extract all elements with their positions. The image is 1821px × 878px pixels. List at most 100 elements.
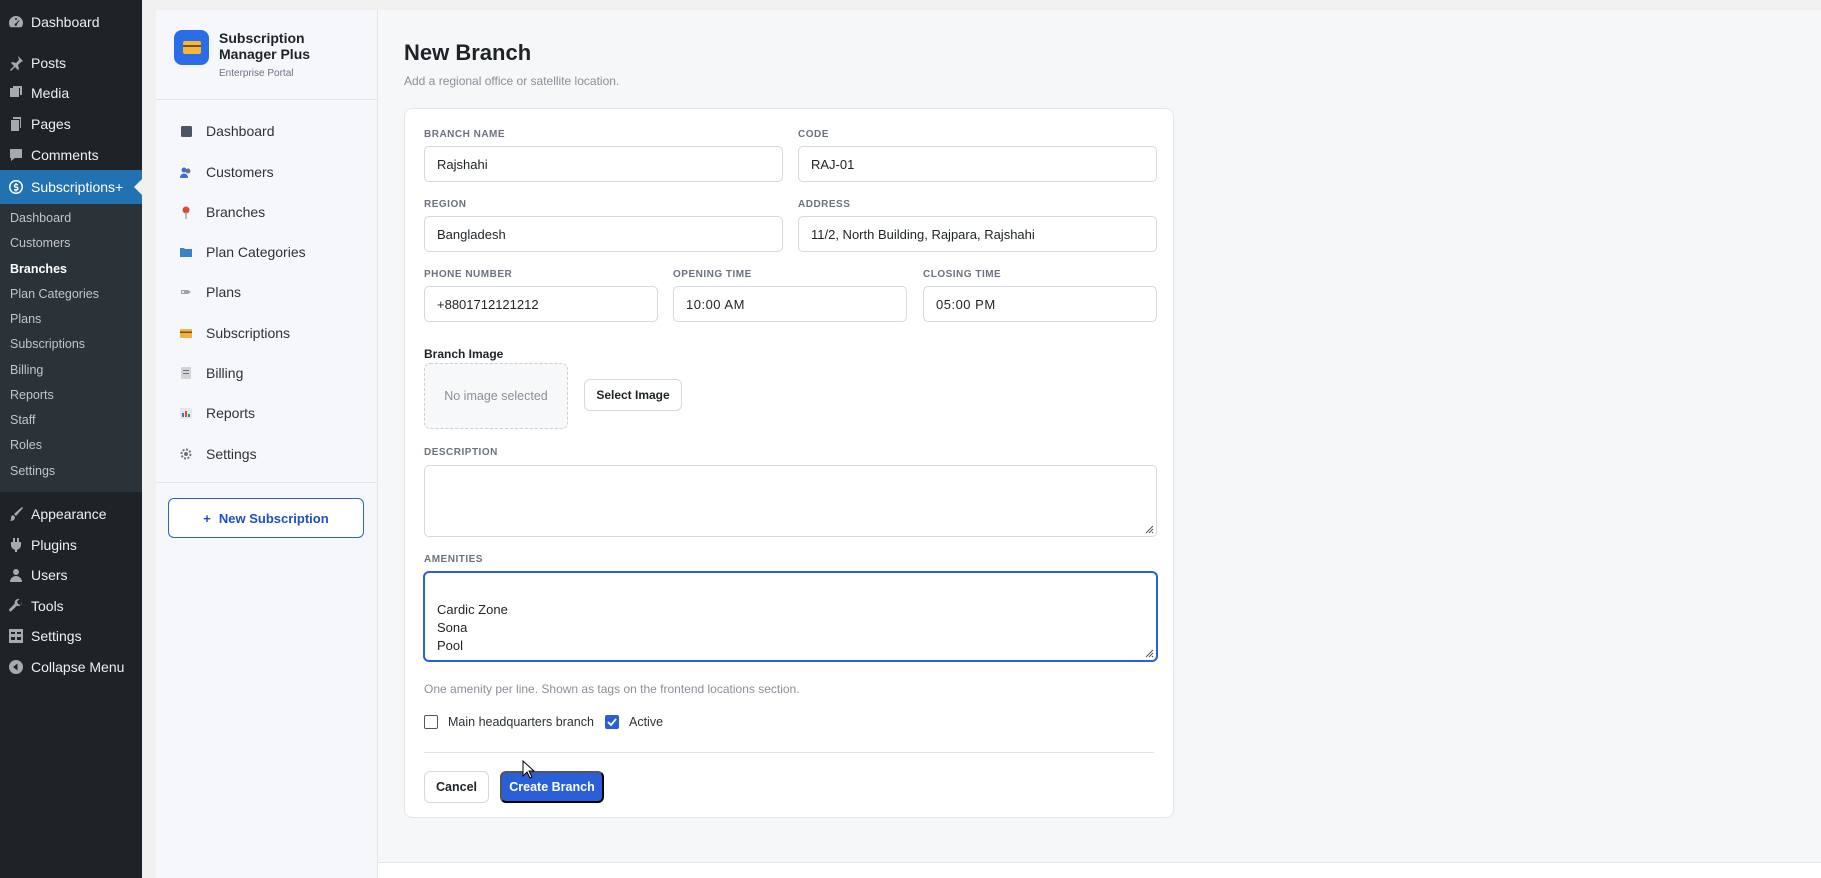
plugin-brand: Subscription Manager Plus Enterprise Por… — [174, 30, 329, 79]
branch-image-label: Branch Image — [424, 347, 504, 361]
sidebar-item-subscriptions[interactable]: Subscriptions — [180, 318, 290, 348]
sidebar-item-label: Settings — [206, 446, 257, 462]
wrench-icon — [0, 598, 31, 614]
branch-name-input[interactable]: Rajshahi — [424, 146, 783, 182]
wp-menu-label: Media — [31, 85, 70, 101]
wp-menu-label: Settings — [31, 628, 82, 644]
wp-menu-collapse[interactable]: Collapse Menu — [0, 652, 142, 682]
new-subscription-label: New Subscription — [218, 510, 329, 526]
wp-submenu-item[interactable]: Roles — [10, 435, 42, 455]
description-label: DESCRIPTION — [424, 447, 498, 458]
sidebar-item-label: Billing — [206, 365, 244, 381]
users-icon — [0, 567, 31, 583]
sidebar-item-billing[interactable]: Billing — [180, 358, 243, 388]
wp-menu-tools[interactable]: Tools — [0, 591, 142, 621]
sidebar-item-label: Reports — [206, 405, 256, 421]
region-label: REGION — [424, 199, 467, 210]
wp-menu-users[interactable]: Users — [0, 560, 142, 590]
pin-icon — [0, 55, 31, 71]
plugin-subtitle: Enterprise Portal — [219, 68, 294, 79]
page-subtitle: Add a regional office or satellite locat… — [404, 74, 620, 88]
wp-menu-subscriptions[interactable]: Subscriptions+ — [0, 170, 142, 204]
sidebar-item-settings[interactable]: Settings — [180, 439, 257, 469]
create-branch-button[interactable]: Create Branch — [500, 771, 604, 803]
settings-icon — [0, 628, 31, 644]
wp-submenu-item[interactable]: Staff — [10, 410, 35, 430]
wp-menu-posts[interactable]: Posts — [0, 48, 142, 78]
brush-icon — [0, 506, 31, 522]
plugin-sidebar: Subscription Manager Plus Enterprise Por… — [156, 10, 378, 878]
wp-menu-label: Collapse Menu — [31, 659, 125, 675]
wp-submenu-item[interactable]: Dashboard — [10, 208, 71, 228]
mouse-cursor-icon — [522, 760, 536, 779]
amenities-value: Cardic Zone Sona Pool — [437, 602, 508, 653]
main-hq-label: Main headquarters branch — [448, 715, 594, 729]
sidebar-item-plans[interactable]: Plans — [180, 277, 241, 307]
code-label: CODE — [798, 129, 829, 140]
sidebar-item-customers[interactable]: Customers — [180, 157, 274, 187]
sidebar-item-label: Dashboard — [206, 123, 275, 139]
wp-menu-comments[interactable]: Comments — [0, 140, 142, 170]
closing-time-input[interactable]: 05:00 PM — [923, 286, 1157, 322]
sidebar-item-plan-categories[interactable]: Plan Categories — [180, 237, 306, 267]
wp-menu-pages[interactable]: Pages — [0, 109, 142, 139]
address-input[interactable]: 11/2, North Building, Rajpara, Rajshahi — [798, 216, 1157, 252]
wp-submenu-item[interactable]: Branches — [10, 259, 67, 279]
collapse-icon — [0, 659, 31, 675]
active-checkbox[interactable] — [605, 715, 619, 729]
wp-submenu-item[interactable]: Settings — [10, 461, 55, 481]
main-content: New Branch Add a regional office or sate… — [378, 10, 1821, 878]
gear-icon — [180, 448, 192, 460]
sidebar-item-label: Plan Categories — [206, 244, 306, 260]
sidebar-item-branches[interactable]: Branches — [180, 197, 265, 227]
media-icon — [0, 85, 31, 101]
active-label: Active — [629, 715, 664, 729]
wp-menu-label: Subscriptions+ — [31, 179, 124, 195]
opening-time-input[interactable]: 10:00 AM — [673, 286, 907, 322]
main-hq-checkbox[interactable] — [424, 715, 438, 729]
sidebar-item-dashboard[interactable]: Dashboard — [180, 116, 275, 146]
plugin-icon — [0, 537, 31, 553]
main-hq-checkbox-row[interactable]: Main headquarters branch — [424, 715, 594, 729]
amenities-textarea[interactable]: Cardic Zone Sona Pool — [424, 572, 1157, 661]
wp-menu-appearance[interactable]: Appearance — [0, 499, 142, 529]
wp-submenu-item[interactable]: Reports — [10, 385, 54, 405]
wp-submenu-item[interactable]: Billing — [10, 360, 43, 380]
plugin-name: Subscription Manager Plus — [219, 30, 311, 62]
wp-menu-media[interactable]: Media — [0, 78, 142, 108]
wp-submenu-item[interactable]: Plan Categories — [10, 284, 99, 304]
customers-icon — [180, 166, 192, 178]
description-textarea[interactable] — [424, 465, 1157, 537]
resize-handle-icon[interactable] — [1144, 648, 1154, 658]
branch-form: BRANCH NAME Rajshahi CODE RAJ-01 REGION … — [404, 108, 1174, 818]
active-checkbox-row[interactable]: Active — [605, 715, 663, 729]
resize-handle-icon[interactable] — [1144, 524, 1154, 534]
new-subscription-button[interactable]: + New Subscription — [168, 498, 364, 538]
wp-menu-dashboard[interactable]: Dashboard — [0, 7, 142, 37]
wp-submenu-item[interactable]: Subscriptions — [10, 334, 85, 354]
pages-icon — [0, 116, 31, 132]
cancel-button[interactable]: Cancel — [424, 771, 489, 803]
wp-submenu-item[interactable]: Customers — [10, 233, 70, 253]
phone-input[interactable]: +8801712121212 — [424, 286, 658, 322]
dashboard-icon — [0, 14, 31, 30]
wp-submenu: Dashboard Customers Branches Plan Catego… — [0, 204, 142, 492]
sidebar-item-label: Customers — [206, 164, 274, 180]
bar-chart-icon — [180, 407, 192, 419]
dashboard-icon — [180, 125, 192, 137]
dollar-icon — [0, 179, 31, 195]
region-input[interactable]: Bangladesh — [424, 216, 783, 252]
sidebar-item-reports[interactable]: Reports — [180, 398, 255, 428]
code-input[interactable]: RAJ-01 — [798, 146, 1157, 182]
wp-menu-label: Appearance — [31, 506, 107, 522]
amenities-hint: One amenity per line. Shown as tags on t… — [424, 682, 800, 696]
sidebar-divider — [156, 99, 378, 100]
sidebar-divider — [156, 482, 378, 483]
opening-time-label: OPENING TIME — [673, 269, 752, 280]
wp-menu-plugins[interactable]: Plugins — [0, 530, 142, 560]
wp-submenu-item[interactable]: Plans — [10, 309, 41, 329]
select-image-button[interactable]: Select Image — [584, 379, 682, 411]
wp-menu-settings[interactable]: Settings — [0, 621, 142, 651]
wp-menu-label: Tools — [31, 598, 64, 614]
sidebar-item-label: Subscriptions — [206, 325, 291, 341]
